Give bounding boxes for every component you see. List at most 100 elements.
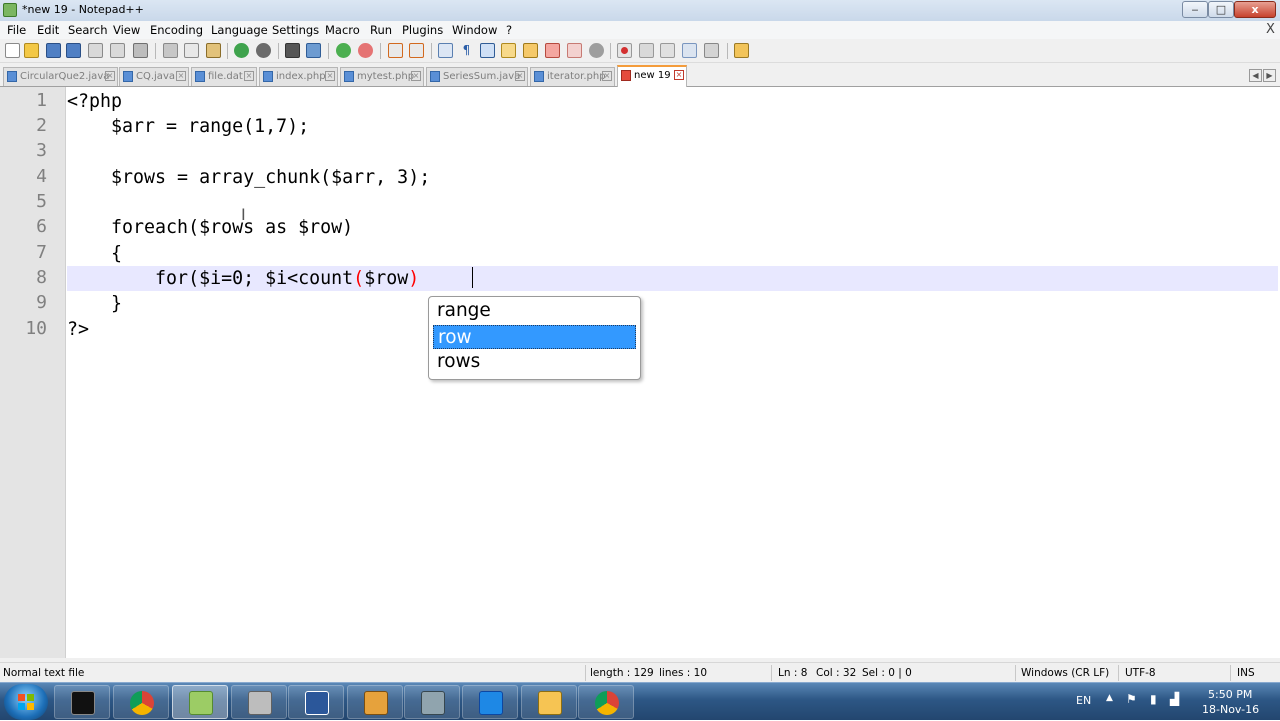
close-all-icon[interactable] <box>110 43 125 58</box>
start-button[interactable] <box>4 684 48 720</box>
folder-workspace-icon[interactable] <box>567 43 582 58</box>
menu-edit[interactable]: Edit <box>37 23 59 37</box>
menu-macro[interactable]: Macro <box>325 23 360 37</box>
tab-iterator-php[interactable]: iterator.php × <box>530 67 615 86</box>
java-file-icon <box>7 71 17 82</box>
line-number: 8 <box>36 267 47 288</box>
replace-icon[interactable] <box>306 43 321 58</box>
word-wrap-icon[interactable] <box>438 43 453 58</box>
copy-icon[interactable] <box>184 43 199 58</box>
menu-help[interactable]: ? <box>506 23 512 37</box>
status-separator <box>585 665 586 681</box>
taskbar-explorer[interactable] <box>521 685 577 719</box>
close-file-icon[interactable] <box>88 43 103 58</box>
maximize-button[interactable]: □ <box>1208 1 1234 18</box>
menu-window[interactable]: Window <box>452 23 497 37</box>
clock-date[interactable]: 18-Nov-16 <box>1202 703 1259 716</box>
taskbar: EN ▲ ⚑ ▮ ▟ 5:50 PM 18-Nov-16 <box>0 682 1280 720</box>
autocomplete-item[interactable]: rows <box>433 350 636 374</box>
cut-icon[interactable] <box>163 43 178 58</box>
indent-guide-icon[interactable] <box>480 43 495 58</box>
menu-encoding[interactable]: Encoding <box>150 23 203 37</box>
network-icon[interactable]: ▟ <box>1170 692 1179 706</box>
save-macro-icon[interactable] <box>704 43 719 58</box>
menu-view[interactable]: View <box>113 23 140 37</box>
record-macro-icon[interactable] <box>617 43 632 58</box>
autocomplete-item-selected[interactable]: row <box>433 325 636 349</box>
save-all-icon[interactable] <box>66 43 81 58</box>
undo-icon[interactable] <box>234 43 249 58</box>
run-macro-multiple-icon[interactable] <box>682 43 697 58</box>
menu-run[interactable]: Run <box>370 23 392 37</box>
tab-scroll-right-icon[interactable]: ▶ <box>1263 69 1276 82</box>
open-file-icon[interactable] <box>24 43 39 58</box>
tab-cq[interactable]: CQ.java × <box>119 67 189 86</box>
taskbar-chrome[interactable] <box>113 685 169 719</box>
tab-close-icon[interactable]: × <box>411 71 421 81</box>
show-hidden-icons-icon[interactable]: ▲ <box>1106 693 1113 703</box>
action-center-icon[interactable]: ⚑ <box>1126 692 1137 706</box>
menu-file[interactable]: File <box>7 23 26 37</box>
tab-new-19[interactable]: new 19 × <box>617 65 687 87</box>
tab-seriessum-java[interactable]: SeriesSum.java × <box>426 67 528 86</box>
minimize-button[interactable]: ‒ <box>1182 1 1208 18</box>
paste-icon[interactable] <box>206 43 221 58</box>
new-file-icon[interactable] <box>5 43 20 58</box>
tab-circularque2[interactable]: CircularQue2.java × <box>3 67 118 86</box>
taskbar-notepadpp[interactable] <box>172 685 228 719</box>
taskbar-game[interactable] <box>347 685 403 719</box>
function-list-icon[interactable] <box>545 43 560 58</box>
show-all-chars-icon[interactable]: ¶ <box>459 43 474 58</box>
title-bar: *new 19 - Notepad++ ‒ □ x <box>0 0 1280 21</box>
monitoring-icon[interactable] <box>589 43 604 58</box>
close-button[interactable]: x <box>1234 1 1276 18</box>
document-map-icon[interactable] <box>523 43 538 58</box>
tab-close-icon[interactable]: × <box>244 71 254 81</box>
menu-search[interactable]: Search <box>68 23 108 37</box>
taskbar-cmd[interactable] <box>54 685 110 719</box>
redo-icon[interactable] <box>256 43 271 58</box>
taskbar-word[interactable] <box>288 685 344 719</box>
taskbar-virtualbox[interactable] <box>462 685 518 719</box>
menu-settings[interactable]: Settings <box>272 23 319 37</box>
status-encoding[interactable]: UTF-8 <box>1125 667 1156 679</box>
taskbar-chrome-2[interactable] <box>578 685 634 719</box>
tab-close-icon[interactable]: × <box>674 70 684 80</box>
close-document-button[interactable]: X <box>1266 22 1275 37</box>
status-insert-mode[interactable]: INS <box>1237 667 1255 679</box>
autocomplete-item[interactable]: range <box>433 299 636 323</box>
tab-label: iterator.php <box>547 71 606 82</box>
cmd-icon <box>71 691 95 715</box>
sync-horizontal-icon[interactable] <box>409 43 424 58</box>
zoom-out-icon[interactable] <box>358 43 373 58</box>
language-indicator[interactable]: EN <box>1076 694 1091 707</box>
tab-close-icon[interactable]: × <box>105 71 115 81</box>
stop-macro-icon[interactable] <box>639 43 654 58</box>
play-macro-icon[interactable] <box>660 43 675 58</box>
tab-mytest-php[interactable]: mytest.php × <box>340 67 424 86</box>
save-icon[interactable] <box>46 43 61 58</box>
menu-language[interactable]: Language <box>211 23 268 37</box>
plugin-icon[interactable] <box>734 43 749 58</box>
tab-label: CQ.java <box>136 71 175 82</box>
tab-close-icon[interactable]: × <box>176 71 186 81</box>
tab-close-icon[interactable]: × <box>602 71 612 81</box>
tab-scroll-left-icon[interactable]: ◀ <box>1249 69 1262 82</box>
taskbar-printer[interactable] <box>231 685 287 719</box>
taskbar-calculator[interactable] <box>404 685 460 719</box>
battery-icon[interactable]: ▮ <box>1150 692 1157 706</box>
zoom-in-icon[interactable] <box>336 43 351 58</box>
tab-close-icon[interactable]: × <box>515 71 525 81</box>
unsaved-file-icon <box>621 70 631 81</box>
user-language-icon[interactable] <box>501 43 516 58</box>
clock-time[interactable]: 5:50 PM <box>1208 688 1252 701</box>
find-icon[interactable] <box>285 43 300 58</box>
tab-index-php[interactable]: index.php × <box>259 67 338 86</box>
print-icon[interactable] <box>133 43 148 58</box>
tab-close-icon[interactable]: × <box>325 71 335 81</box>
tab-file-dat[interactable]: file.dat × <box>191 67 257 86</box>
status-bar: Normal text file length : 129 lines : 10… <box>0 662 1280 682</box>
status-eol[interactable]: Windows (CR LF) <box>1021 667 1109 679</box>
menu-plugins[interactable]: Plugins <box>402 23 443 37</box>
sync-vertical-icon[interactable] <box>388 43 403 58</box>
